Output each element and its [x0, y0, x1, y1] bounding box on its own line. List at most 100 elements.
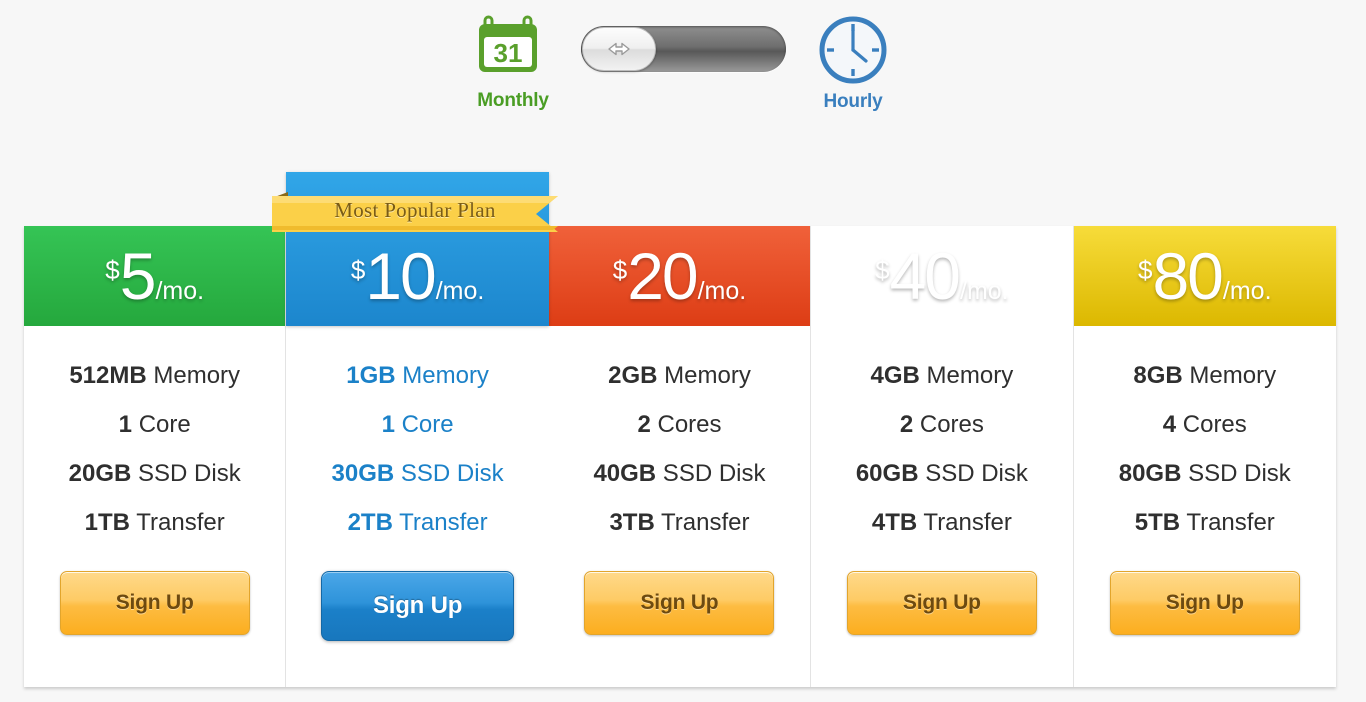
price-currency: $ [105, 255, 120, 285]
plan-feature: 20GB SSD Disk [69, 462, 241, 486]
signup-button-10[interactable]: Sign Up [321, 571, 515, 641]
signup-container: Sign Up [286, 571, 548, 641]
plan-feature: 5TB Transfer [1135, 511, 1275, 535]
plan-header-5: $5/mo. [24, 226, 286, 326]
plan-card-5: $5/mo. 512MB Memory 1 Core 20GB SSD Disk… [24, 226, 287, 687]
plan-card-20: $20/mo. 2GB Memory 2 Cores 40GB SSD Disk… [548, 226, 812, 687]
plan-header-80: $80/mo. [1073, 226, 1336, 326]
plan-card-10: $10/mo. 1GB Memory 1 Core 30GB SSD Disk … [286, 172, 549, 687]
feature-label: Transfer [654, 509, 750, 536]
price-period: /mo. [435, 277, 485, 305]
plan-card-40: $40/mo. 4GB Memory 2 Cores 60GB SSD Disk… [811, 226, 1074, 687]
price-amount: 5 [119, 239, 157, 313]
feature-value: 512MB [69, 362, 147, 389]
feature-value: 1GB [346, 362, 396, 389]
plan-price-40: $40/mo. [875, 243, 1009, 309]
feature-value: 2 [899, 411, 914, 438]
clock-icon [816, 10, 890, 87]
plan-price-10: $10/mo. [351, 243, 485, 309]
price-period: /mo. [1222, 277, 1272, 305]
feature-label: SSD Disk [131, 460, 241, 487]
plan-feature: 60GB SSD Disk [856, 462, 1028, 486]
plan-feature: 4TB Transfer [872, 511, 1012, 535]
pricing-table: $5/mo. 512MB Memory 1 Core 20GB SSD Disk… [24, 172, 1336, 687]
plan-feature: 2GB Memory [608, 364, 751, 388]
feature-value: 80GB [1118, 460, 1182, 487]
price-amount: 20 [627, 239, 698, 313]
feature-label: Transfer [1180, 509, 1275, 536]
plan-feature: 2 Cores [900, 413, 984, 437]
billing-switch-container [578, 0, 788, 72]
plan-price-20: $20/mo. [613, 243, 747, 309]
feature-value: 8GB [1133, 362, 1183, 389]
plan-card-80: $80/mo. 8GB Memory 4 Cores 80GB SSD Disk… [1073, 226, 1336, 687]
feature-label: Memory [146, 362, 241, 389]
feature-value: 1 [118, 411, 133, 438]
signup-button-40[interactable]: Sign Up [846, 571, 1037, 635]
signup-container: Sign Up [1074, 571, 1336, 635]
plan-feature: 1 Core [119, 413, 191, 437]
feature-label: Transfer [917, 509, 1012, 536]
billing-option-hourly[interactable]: Hourly [788, 0, 918, 113]
feature-value: 2 [637, 411, 651, 438]
feature-value: 4GB [870, 362, 920, 389]
billing-toggle-knob[interactable] [581, 27, 656, 71]
plan-price-5: $5/mo. [105, 243, 204, 309]
plan-body-80: 8GB Memory 4 Cores 80GB SSD Disk 5TB Tra… [1074, 326, 1336, 687]
price-currency: $ [1138, 255, 1153, 285]
price-amount: 40 [889, 239, 961, 313]
feature-label: SSD Disk [1181, 460, 1291, 487]
signup-container: Sign Up [811, 571, 1072, 635]
plan-header-40: $40/mo. [811, 226, 1072, 326]
plan-body-10: 1GB Memory 1 Core 30GB SSD Disk 2TB Tran… [286, 326, 548, 687]
feature-value: 1 [381, 411, 395, 438]
most-popular-ribbon: Most Popular Plan [272, 188, 574, 232]
billing-option-monthly-label: Monthly [477, 90, 549, 111]
signup-button-5[interactable]: Sign Up [59, 571, 250, 635]
plan-price-80: $80/mo. [1138, 243, 1272, 309]
feature-value: 30GB [331, 460, 395, 487]
feature-value: 60GB [855, 460, 919, 487]
price-currency: $ [875, 255, 890, 285]
feature-label: Core [132, 411, 191, 438]
plan-feature: 1 Core [382, 413, 454, 437]
price-amount: 80 [1152, 239, 1223, 313]
feature-label: Cores [913, 411, 984, 438]
calendar-icon: 31 [474, 10, 552, 86]
feature-label: Memory [657, 362, 751, 389]
plan-body-40: 4GB Memory 2 Cores 60GB SSD Disk 4TB Tra… [811, 326, 1072, 687]
plan-feature: 1TB Transfer [85, 511, 225, 535]
feature-label: Core [394, 411, 454, 438]
feature-label: Cores [1176, 411, 1247, 438]
billing-toggle-switch[interactable] [580, 26, 786, 72]
price-amount: 10 [365, 239, 436, 313]
price-period: /mo. [697, 277, 747, 305]
feature-value: 1TB [84, 509, 131, 536]
plan-feature: 2TB Transfer [348, 511, 488, 535]
plan-feature: 2 Cores [637, 413, 721, 437]
billing-option-monthly[interactable]: 31 Monthly [448, 0, 578, 112]
feature-label: Memory [919, 362, 1014, 389]
price-period: /mo. [155, 277, 205, 305]
plan-feature: 1GB Memory [346, 364, 489, 388]
left-right-arrow-icon [607, 42, 630, 56]
plan-feature: 3TB Transfer [609, 511, 749, 535]
feature-value: 5TB [1134, 509, 1181, 536]
price-currency: $ [612, 255, 628, 285]
feature-value: 3TB [609, 509, 655, 536]
feature-value: 4TB [871, 509, 918, 536]
feature-label: Transfer [392, 509, 488, 536]
plan-feature: 8GB Memory [1133, 364, 1276, 388]
signup-container: Sign Up [549, 571, 810, 635]
signup-container: Sign Up [24, 571, 285, 635]
plan-feature: 4GB Memory [871, 364, 1014, 388]
plan-feature: 40GB SSD Disk [593, 462, 765, 486]
price-currency: $ [350, 255, 366, 285]
feature-label: SSD Disk [918, 460, 1028, 487]
signup-button-80[interactable]: Sign Up [1109, 571, 1300, 635]
feature-value: 20GB [68, 460, 132, 487]
signup-button-20[interactable]: Sign Up [584, 571, 775, 635]
plan-body-5: 512MB Memory 1 Core 20GB SSD Disk 1TB Tr… [24, 326, 285, 687]
feature-label: SSD Disk [656, 460, 766, 487]
billing-option-hourly-label: Hourly [823, 91, 883, 112]
